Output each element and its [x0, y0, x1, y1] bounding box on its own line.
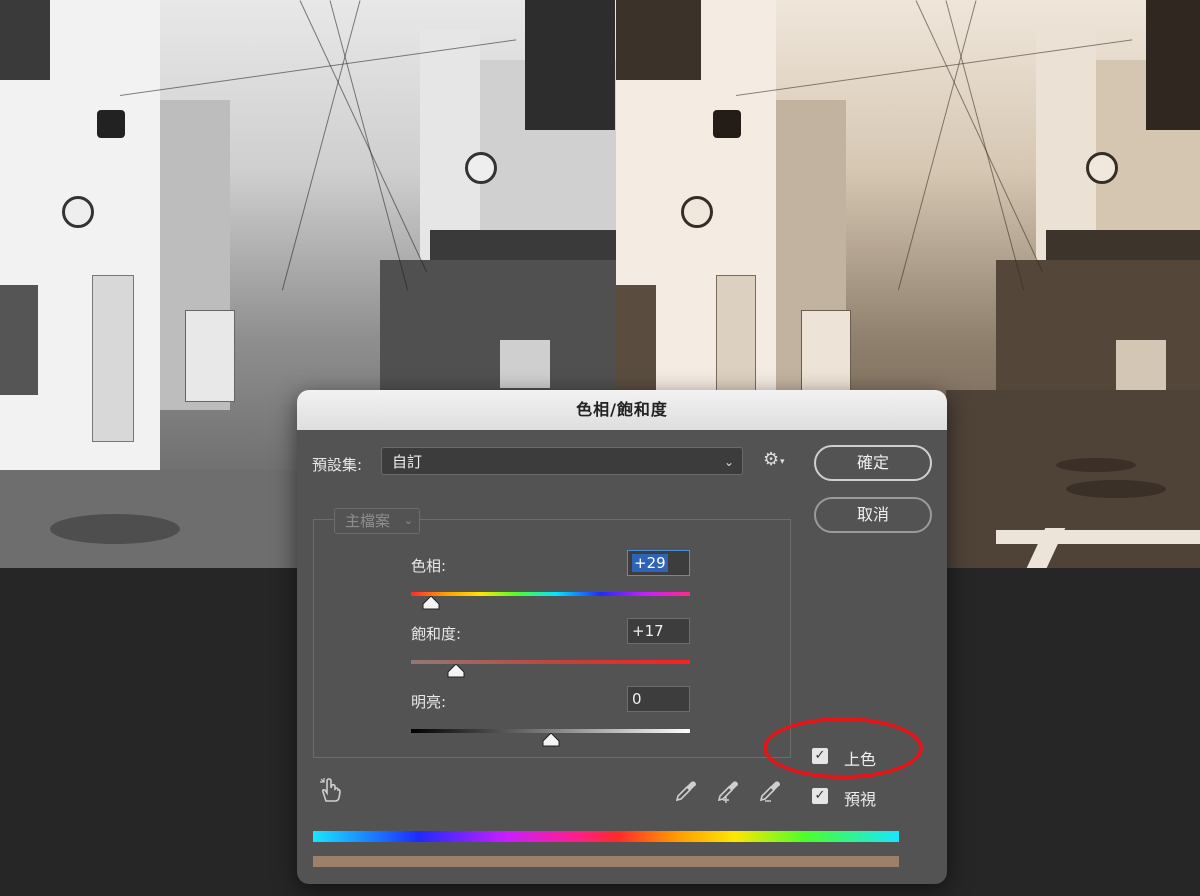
chevron-down-icon: ▾ [780, 457, 785, 467]
eyedropper-subtract-icon[interactable] [758, 779, 782, 803]
hue-slider-track[interactable] [411, 592, 690, 596]
preset-options-button[interactable]: ⚙ ▾ [763, 448, 789, 472]
saturation-input[interactable]: +17 [627, 618, 690, 644]
preview-label: 預視 [844, 790, 877, 809]
preset-select[interactable]: 自訂 ⌄ [381, 447, 743, 475]
chevron-down-icon: ⌄ [723, 455, 734, 469]
channel-select: 主檔案 ⌄ [334, 508, 420, 534]
saturation-label: 飽和度: [411, 625, 462, 643]
preset-value: 自訂 [392, 453, 423, 471]
lightness-input[interactable]: 0 [627, 686, 690, 712]
lightness-label: 明亮: [411, 693, 447, 711]
hue-saturation-dialog: 色相/飽和度 預設集: 自訂 ⌄ ⚙ ▾ 確定 取消 主檔案 ⌄ 色相: +29 … [297, 390, 947, 884]
chevron-down-icon: ⌄ [403, 514, 413, 527]
input-color-bar [313, 831, 899, 842]
targeted-adjustment-hand-icon[interactable] [319, 777, 343, 803]
hue-value: +29 [632, 554, 668, 572]
gear-icon: ⚙ [763, 449, 780, 470]
hue-input[interactable]: +29 [627, 550, 690, 576]
dialog-title: 色相/飽和度 [297, 390, 947, 430]
channel-value: 主檔案 [345, 512, 391, 530]
eyedropper-icon[interactable] [674, 779, 698, 803]
ok-button[interactable]: 確定 [814, 445, 932, 481]
output-color-bar [313, 856, 899, 867]
cancel-button[interactable]: 取消 [814, 497, 932, 533]
highlight-annotation [763, 717, 923, 779]
adjustment-group [313, 519, 791, 758]
hue-label: 色相: [411, 557, 447, 575]
eyedropper-add-icon[interactable] [716, 779, 740, 803]
checkmark-icon: ✓ [812, 788, 828, 804]
photoshop-workspace: 色相/飽和度 預設集: 自訂 ⌄ ⚙ ▾ 確定 取消 主檔案 ⌄ 色相: +29 … [0, 0, 1200, 896]
preset-label: 預設集: [312, 456, 363, 474]
